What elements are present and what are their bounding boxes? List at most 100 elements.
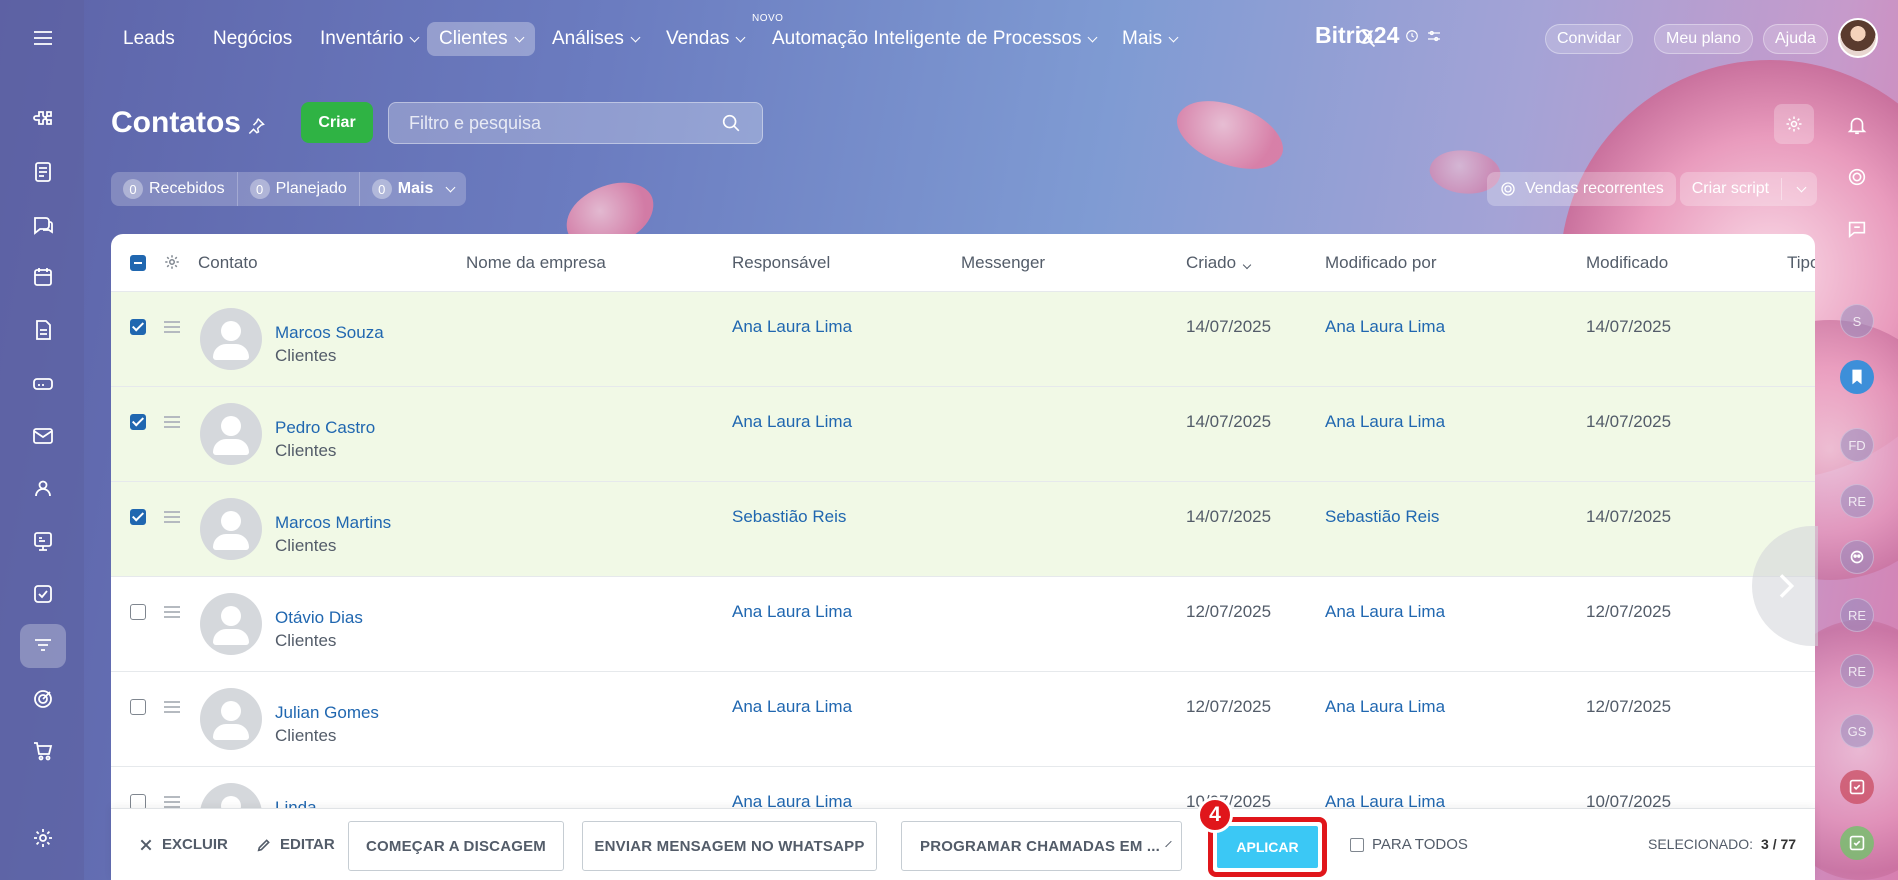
contact-avatar[interactable]	[200, 593, 262, 655]
target-icon[interactable]	[20, 677, 66, 721]
responsible-link[interactable]: Ana Laura Lima	[732, 412, 852, 432]
send-whatsapp-button[interactable]: ENVIAR MENSAGEM NO WHATSAPP	[582, 821, 877, 871]
cart-icon[interactable]	[20, 729, 66, 773]
row-checkbox[interactable]	[130, 414, 146, 430]
table-row[interactable]: Pedro Castro Clientes Ana Laura Lima 14/07/…	[111, 387, 1815, 482]
column-settings-icon[interactable]	[163, 253, 181, 276]
rail-contact-avatar[interactable]: GS	[1840, 714, 1874, 748]
rail-contact-avatar[interactable]: RE	[1840, 598, 1874, 632]
contact-name-link[interactable]: Julian Gomes	[275, 703, 379, 723]
feed-icon[interactable]	[20, 150, 66, 194]
users-icon[interactable]	[20, 466, 66, 510]
contact-avatar[interactable]	[200, 498, 262, 560]
table-row[interactable]: Julian Gomes Clientes Ana Laura Lima 12/07/…	[111, 672, 1815, 767]
messages-icon[interactable]	[1840, 212, 1874, 246]
nav-negocios[interactable]: Negócios	[201, 22, 304, 56]
search-icon[interactable]	[720, 112, 742, 134]
checkbox[interactable]	[1350, 837, 1364, 852]
calendar-icon[interactable]	[20, 255, 66, 299]
drag-handle-icon[interactable]	[164, 321, 180, 333]
filter-search[interactable]	[388, 102, 763, 144]
contact-name-link[interactable]: Marcos Souza	[275, 323, 384, 343]
contact-avatar[interactable]	[200, 688, 262, 750]
drag-handle-icon[interactable]	[164, 416, 180, 428]
rail-contact-avatar[interactable]: FD	[1840, 428, 1874, 462]
start-dialing-button[interactable]: COMEÇAR A DISCAGEM	[348, 821, 564, 871]
invite-button[interactable]: Convidar	[1545, 24, 1634, 54]
contact-center-icon[interactable]	[20, 519, 66, 563]
modified-by-link[interactable]: Ana Laura Lima	[1325, 412, 1445, 432]
nav-inventario[interactable]: Inventário	[308, 22, 430, 56]
contact-avatar[interactable]	[200, 308, 262, 370]
nav-analises[interactable]: Análises	[540, 22, 651, 56]
responsible-link[interactable]: Ana Laura Lima	[732, 317, 852, 337]
table-row[interactable]: Otávio Dias Clientes Ana Laura Lima 12/07/2…	[111, 577, 1815, 672]
column-responsavel[interactable]: Responsável	[732, 253, 830, 273]
user-avatar[interactable]	[1838, 18, 1878, 58]
bookmark-icon[interactable]	[1840, 360, 1874, 394]
nav-clientes[interactable]: Clientes	[427, 22, 535, 56]
chat-icon[interactable]	[20, 203, 66, 247]
nav-leads[interactable]: Leads	[111, 22, 187, 56]
column-modificado[interactable]: Modificado	[1586, 253, 1668, 273]
table-row[interactable]: Marcos Martins Clientes Sebastião Reis 14/0…	[111, 482, 1815, 577]
create-script-button[interactable]: Criar script	[1679, 172, 1818, 206]
column-messenger[interactable]: Messenger	[961, 253, 1045, 273]
tasks-icon[interactable]	[20, 572, 66, 616]
row-checkbox[interactable]	[130, 319, 146, 335]
column-contato[interactable]: Contato	[198, 253, 258, 273]
copilot-icon[interactable]	[1840, 160, 1874, 194]
brand-logo[interactable]: Bitrix24	[1315, 22, 1443, 49]
for-all-checkbox[interactable]: PARA TODOS	[1350, 836, 1468, 853]
rail-contact-avatar[interactable]: RE	[1840, 484, 1874, 518]
column-empresa[interactable]: Nome da empresa	[466, 253, 606, 273]
crm-icon[interactable]	[20, 624, 66, 668]
nav-mais[interactable]: Mais	[1110, 22, 1189, 56]
table-row[interactable]: Marcos Souza Clientes Ana Laura Lima 14/07/…	[111, 292, 1815, 387]
rail-green-icon[interactable]	[1840, 826, 1874, 860]
puzzle-icon[interactable]	[20, 98, 66, 142]
modified-by-link[interactable]: Ana Laura Lima	[1325, 697, 1445, 717]
drag-handle-icon[interactable]	[164, 511, 180, 523]
schedule-calls-select[interactable]: PROGRAMAR CHAMADAS EM ...	[901, 821, 1182, 871]
rail-contact-avatar[interactable]: RE	[1840, 654, 1874, 688]
responsible-link[interactable]: Ana Laura Lima	[732, 697, 852, 717]
counter-mais[interactable]: 0 Mais	[358, 172, 467, 206]
column-modificado-por[interactable]: Modificado por	[1325, 253, 1437, 273]
mail-icon[interactable]	[20, 414, 66, 458]
search-input[interactable]	[409, 112, 720, 134]
settings-icon[interactable]	[20, 816, 66, 860]
delete-button[interactable]: EXCLUIR	[138, 836, 228, 853]
my-plan-button[interactable]: Meu plano	[1654, 24, 1753, 54]
drive-icon[interactable]	[20, 361, 66, 405]
recurring-sales-button[interactable]: Vendas recorrentes	[1487, 172, 1676, 206]
rail-contact-avatar[interactable]: S	[1840, 304, 1874, 338]
column-tipo[interactable]: Tipo	[1787, 253, 1815, 273]
counter-planejado[interactable]: 0 Planejado	[236, 172, 359, 206]
row-checkbox[interactable]	[130, 509, 146, 525]
rail-bot-avatar[interactable]	[1840, 540, 1874, 574]
row-checkbox[interactable]	[130, 699, 146, 715]
column-criado[interactable]: Criado	[1186, 253, 1252, 273]
bell-icon[interactable]	[1840, 108, 1874, 142]
contact-name-link[interactable]: Pedro Castro	[275, 418, 375, 438]
grid-settings-button[interactable]	[1774, 104, 1814, 144]
contact-name-link[interactable]: Otávio Dias	[275, 608, 363, 628]
modified-by-link[interactable]: Ana Laura Lima	[1325, 317, 1445, 337]
apply-button[interactable]: APLICAR	[1217, 826, 1318, 868]
pin-icon[interactable]	[246, 116, 266, 136]
modified-by-link[interactable]: Ana Laura Lima	[1325, 602, 1445, 622]
menu-icon[interactable]	[20, 16, 66, 60]
nav-vendas[interactable]: Vendas	[654, 22, 756, 56]
contact-name-link[interactable]: Marcos Martins	[275, 513, 391, 533]
row-checkbox[interactable]	[130, 604, 146, 620]
document-icon[interactable]	[20, 308, 66, 352]
create-button[interactable]: Criar	[301, 102, 373, 143]
counter-recebidos[interactable]: 0 Recebidos	[111, 172, 237, 206]
help-button[interactable]: Ajuda	[1763, 24, 1828, 54]
nav-automacao[interactable]: Automação Inteligente de Processos	[760, 22, 1108, 56]
responsible-link[interactable]: Ana Laura Lima	[732, 602, 852, 622]
rail-red-icon[interactable]	[1840, 770, 1874, 804]
chevron-down-icon[interactable]	[1796, 182, 1807, 192]
modified-by-link[interactable]: Sebastião Reis	[1325, 507, 1439, 527]
